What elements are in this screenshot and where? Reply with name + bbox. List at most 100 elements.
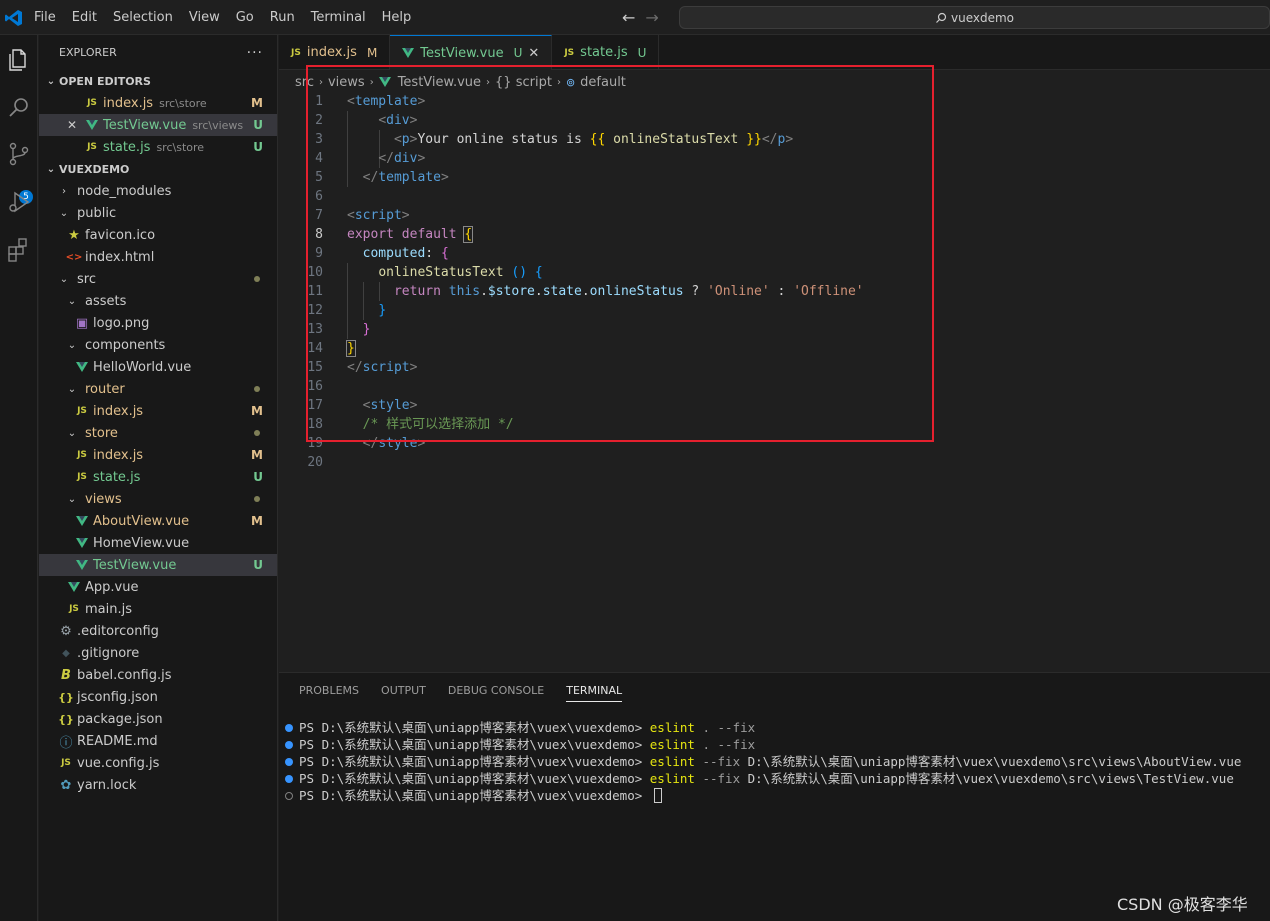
file-item[interactable]: ◆ .gitignore <box>39 642 277 664</box>
more-actions-icon[interactable]: ··· <box>247 45 263 61</box>
extensions-icon[interactable] <box>4 235 34 265</box>
tab-testview-vue[interactable]: TestView.vue U ✕ <box>390 35 553 70</box>
panel-tab-debug-console[interactable]: DEBUG CONSOLE <box>448 684 544 697</box>
file-item[interactable]: JS main.js <box>39 598 277 620</box>
file-item[interactable]: ⓘ README.md <box>39 730 277 752</box>
folder-item[interactable]: ⌄ src <box>39 268 277 290</box>
line-content: </script> <box>347 360 418 375</box>
git-file-icon: ◆ <box>62 647 70 659</box>
search-view-icon[interactable] <box>4 93 34 123</box>
panel-tabs: PROBLEMS OUTPUT DEBUG CONSOLE TERMINAL <box>299 673 623 708</box>
file-item[interactable]: JS vue.config.js <box>39 752 277 774</box>
code-line: 15 </script> <box>279 358 1270 377</box>
project-section[interactable]: ⌄ VUEXDEMO <box>39 158 277 180</box>
menu-file[interactable]: File <box>26 0 64 35</box>
open-editor-item[interactable]: JS state.js src\store U <box>39 136 277 158</box>
file-item[interactable]: JS state.js U <box>39 466 277 488</box>
folder-item[interactable]: ⌄ store <box>39 422 277 444</box>
breadcrumb-default[interactable]: default <box>580 75 626 90</box>
code-line: 17 <style> <box>279 396 1270 415</box>
tab-label: index.js <box>306 45 357 60</box>
open-editor-item[interactable]: ✕ TestView.vue src\views U <box>39 114 277 136</box>
run-debug-icon[interactable] <box>4 187 34 217</box>
code-line: 4 </div> <box>279 149 1270 168</box>
js-file-icon: JS <box>83 142 101 152</box>
breadcrumb-script[interactable]: {} script <box>495 75 552 90</box>
file-item[interactable]: ⚙ .editorconfig <box>39 620 277 642</box>
file-name: index.js <box>93 447 144 463</box>
command-center-search[interactable]: vuexdemo <box>679 6 1270 29</box>
file-item[interactable]: <> index.html <box>39 246 277 268</box>
open-editors-section[interactable]: ⌄ OPEN EDITORS <box>39 70 277 92</box>
code-line: 6 <box>279 187 1270 206</box>
breadcrumb: src › views › TestView.vue › {} script ›… <box>295 72 626 92</box>
file-item[interactable]: HomeView.vue <box>39 532 277 554</box>
menu-terminal[interactable]: Terminal <box>303 0 374 35</box>
close-icon[interactable]: ✕ <box>61 118 83 132</box>
chevron-down-icon: ⌄ <box>67 427 77 439</box>
file-item[interactable]: AboutView.vue M <box>39 510 277 532</box>
file-item[interactable]: TestView.vue U <box>39 554 277 576</box>
file-item[interactable]: ✿ yarn.lock <box>39 774 277 796</box>
source-control-icon[interactable] <box>4 139 34 169</box>
vue-file-icon <box>73 516 91 526</box>
file-item[interactable]: ▣ logo.png <box>39 312 277 334</box>
go-forward-icon[interactable]: → <box>645 8 658 27</box>
panel-tab-output[interactable]: OUTPUT <box>381 684 426 697</box>
folder-item[interactable]: ⌄ views <box>39 488 277 510</box>
file-item[interactable]: JS index.js M <box>39 444 277 466</box>
gear-file-icon: ⚙ <box>57 624 75 639</box>
terminal-args: --fix <box>694 771 748 786</box>
file-item[interactable]: {} package.json <box>39 708 277 730</box>
html-file-icon: <> <box>65 252 83 263</box>
terminal-command: eslint <box>649 771 695 786</box>
file-item[interactable]: App.vue <box>39 576 277 598</box>
tab-state-js[interactable]: JS state.js U <box>552 35 660 70</box>
line-number: 8 <box>315 227 323 242</box>
terminal-line: PS D:\系统默认\桌面\uniapp博客素材\vuex\vuexdemo> … <box>285 753 1241 770</box>
menu-edit[interactable]: Edit <box>64 0 105 35</box>
code-editor[interactable]: 1 <template> 2 <div> 3 <p>Your online statu… <box>279 92 1270 672</box>
js-file-icon: JS <box>87 98 97 108</box>
modified-dot <box>254 496 260 502</box>
vue-file-icon <box>76 560 88 570</box>
breadcrumb-file[interactable]: TestView.vue <box>398 75 481 90</box>
close-icon[interactable]: ✕ <box>528 46 539 61</box>
js-file-icon: JS <box>77 472 87 482</box>
file-item[interactable]: Bbabel.config.js <box>39 664 277 686</box>
line-content: } <box>362 322 371 337</box>
file-item[interactable]: {} jsconfig.json <box>39 686 277 708</box>
open-editor-item[interactable]: JS index.js src\store M <box>39 92 277 114</box>
line-number: 2 <box>315 113 323 128</box>
menu-go[interactable]: Go <box>228 0 262 35</box>
code-line: 12 } <box>279 301 1270 320</box>
menu-selection[interactable]: Selection <box>105 0 181 35</box>
panel-tab-terminal[interactable]: TERMINAL <box>566 684 623 702</box>
terminal-command: eslint <box>649 754 695 769</box>
git-status-badge: M <box>251 448 263 462</box>
js-file-icon: JS <box>69 604 79 614</box>
file-item[interactable]: HelloWorld.vue <box>39 356 277 378</box>
terminal-line: PS D:\系统默认\桌面\uniapp博客素材\vuex\vuexdemo> … <box>285 719 1241 736</box>
explorer-icon[interactable] <box>4 45 34 75</box>
folder-item[interactable]: › node_modules <box>39 180 277 202</box>
line-number: 6 <box>315 189 323 204</box>
menu-help[interactable]: Help <box>374 0 420 35</box>
menu-view[interactable]: View <box>181 0 228 35</box>
command-status-dot <box>285 740 293 749</box>
vue-file-icon <box>83 120 101 130</box>
breadcrumb-src[interactable]: src <box>295 75 314 90</box>
terminal-cursor <box>653 788 662 803</box>
menu-run[interactable]: Run <box>262 0 303 35</box>
breadcrumb-views[interactable]: views <box>328 75 365 90</box>
file-item[interactable]: JS index.js M <box>39 400 277 422</box>
go-back-icon[interactable]: ← <box>622 8 635 27</box>
folder-item[interactable]: ⌄ components <box>39 334 277 356</box>
panel-tab-problems[interactable]: PROBLEMS <box>299 684 359 697</box>
file-item[interactable]: ★ favicon.ico <box>39 224 277 246</box>
tab-index-js[interactable]: JS index.js M <box>279 35 391 70</box>
folder-item[interactable]: ⌄ public <box>39 202 277 224</box>
folder-item[interactable]: ⌄ router <box>39 378 277 400</box>
folder-item[interactable]: ⌄ assets <box>39 290 277 312</box>
terminal-output[interactable]: PS D:\系统默认\桌面\uniapp博客素材\vuex\vuexdemo> … <box>285 719 1241 804</box>
